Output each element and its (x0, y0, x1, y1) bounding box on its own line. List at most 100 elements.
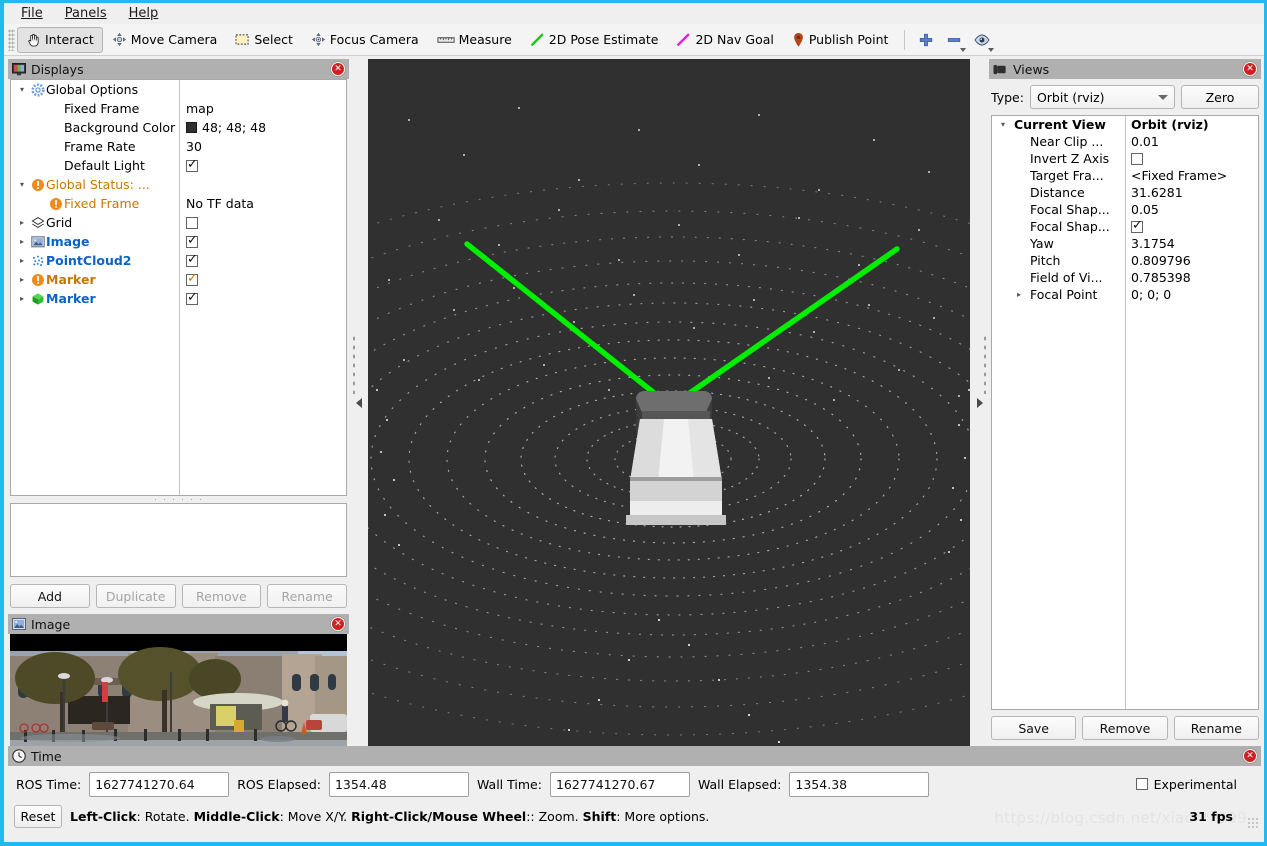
views-tree-row[interactable]: Focal Shap... (992, 218, 1258, 235)
tree-expand-arrow[interactable]: ▸ (15, 256, 29, 265)
views-row-value: Orbit (rviz) (1131, 117, 1209, 132)
tree-row-checkbox[interactable] (186, 290, 198, 305)
tree-row-label: Fixed Frame (64, 196, 140, 211)
tree-expand-arrow[interactable]: ▸ (15, 237, 29, 246)
visibility-dropdown-icon[interactable] (988, 47, 995, 52)
display-tree-row[interactable]: ▾ Global Status: ... (11, 175, 346, 194)
right-dock-collapse-handle[interactable] (970, 59, 989, 746)
display-tree-row[interactable]: ▸ Marker (11, 270, 346, 289)
experimental-label: Experimental (1153, 776, 1237, 792)
menu-file[interactable]: File (12, 4, 52, 23)
tree-expand-arrow[interactable]: ▸ (15, 275, 29, 284)
tree-expand-arrow[interactable]: ▾ (15, 180, 29, 189)
displays-tree[interactable]: ▾ Global Options Fixed Frame map Background … (10, 79, 347, 496)
zero-view-button[interactable]: Zero (1181, 85, 1259, 109)
views-tree-row[interactable]: Pitch 0.809796 (992, 252, 1258, 269)
experimental-checkbox[interactable] (1135, 778, 1148, 790)
tree-row-checkbox[interactable] (186, 157, 198, 172)
display-tree-row[interactable]: ▾ Global Options (11, 80, 346, 99)
views-tree-row[interactable]: Near Clip ... 0.01 (992, 133, 1258, 150)
save-view-button[interactable]: Save (991, 716, 1077, 740)
tool-2d-nav-goal-button[interactable]: 2D Nav Goal (667, 27, 782, 53)
displays-button-row: Add Duplicate Remove Rename (10, 584, 347, 608)
display-tree-row[interactable]: ▸ Grid (11, 213, 346, 232)
tree-row-checkbox[interactable] (186, 216, 198, 229)
duplicate-display-label: Duplicate (105, 588, 166, 604)
menu-panels[interactable]: Panels (56, 4, 116, 23)
3d-render-view[interactable] (368, 59, 970, 746)
views-tree-row[interactable]: Invert Z Axis (992, 150, 1258, 167)
tree-row-checkbox[interactable] (186, 233, 198, 248)
visibility-button[interactable] (968, 27, 996, 53)
reset-button[interactable]: Reset (14, 804, 62, 828)
tool-focus-camera-button[interactable]: Focus Camera (302, 27, 428, 53)
wall-elapsed-input[interactable]: 1354.38 (789, 771, 930, 797)
display-tree-row[interactable]: Fixed Frame map (11, 99, 346, 118)
toolbar-drag-handle[interactable] (8, 28, 15, 51)
image-panel-close-button[interactable]: ✕ (331, 617, 345, 631)
tree-expand-arrow[interactable]: ▾ (15, 85, 29, 94)
color-swatch[interactable] (186, 122, 197, 133)
wall-time-input[interactable]: 1627741270.67 (549, 771, 690, 797)
display-tree-row[interactable]: Frame Rate 30 (11, 137, 346, 156)
time-panel-close-button[interactable]: ✕ (1243, 749, 1257, 763)
views-tree-row[interactable]: ▸ Focal Point 0; 0; 0 (992, 286, 1258, 303)
views-tree-row[interactable]: Field of Vi... 0.785398 (992, 269, 1258, 286)
tool-publish-point-button[interactable]: Publish Point (783, 27, 898, 53)
duplicate-display-button[interactable]: Duplicate (95, 584, 176, 608)
views-expand-arrow[interactable]: ▾ (992, 120, 1014, 129)
tree-row-checkbox[interactable] (186, 252, 198, 267)
camera-image-view[interactable] (10, 634, 347, 746)
display-tree-row[interactable]: Default Light (11, 156, 346, 175)
rename-display-button[interactable]: Rename (267, 584, 347, 608)
views-tree-row[interactable]: Distance 31.6281 (992, 184, 1258, 201)
view-type-select[interactable]: Orbit (rviz) (1029, 85, 1175, 109)
remove-display-button[interactable]: Remove (181, 584, 262, 608)
tool-2d-pose-estimate-button[interactable]: 2D Pose Estimate (521, 27, 668, 53)
tree-row-value: 48; 48; 48 (202, 120, 267, 135)
display-tree-row[interactable]: ▸ Marker (11, 289, 346, 308)
tree-expand-arrow[interactable]: ▸ (15, 294, 29, 303)
views-tree-row[interactable]: Focal Shap... 0.05 (992, 201, 1258, 218)
tool-interact-button[interactable]: Interact (17, 26, 103, 53)
image-icon (12, 617, 26, 630)
display-tree-row[interactable]: Fixed Frame No TF data (11, 194, 346, 213)
views-tree-row[interactable]: Target Fra... <Fixed Frame> (992, 167, 1258, 184)
display-tree-row[interactable]: ▸ PointCloud2 (11, 251, 346, 270)
views-tree[interactable]: ▾ Current View Orbit (rviz) Near Clip ... 0.… (991, 115, 1259, 710)
views-close-button[interactable]: ✕ (1243, 62, 1257, 76)
ros-elapsed-input[interactable]: 1354.48 (328, 771, 469, 797)
displays-splitter[interactable] (8, 496, 349, 503)
views-row-checkbox[interactable] (1131, 218, 1143, 233)
ros-time-input[interactable]: 1627741270.64 (89, 771, 230, 797)
zoom-out-button[interactable] (940, 27, 968, 53)
zoom-in-button[interactable] (912, 27, 940, 53)
tree-row-checkbox[interactable] (186, 271, 198, 286)
display-tree-row[interactable]: Background Color 48; 48; 48 (11, 118, 346, 137)
experimental-toggle[interactable]: Experimental (1135, 776, 1253, 792)
views-row-checkbox[interactable] (1131, 152, 1143, 165)
tree-expand-arrow[interactable]: ▸ (15, 218, 29, 227)
tool-move-camera-button[interactable]: Move Camera (103, 27, 227, 53)
resize-grip[interactable] (1247, 817, 1259, 829)
menu-help[interactable]: Help (120, 4, 168, 23)
views-tree-row[interactable]: ▾ Current View Orbit (rviz) (992, 116, 1258, 133)
tree-row-value-cell (186, 216, 198, 229)
left-dock-collapse-handle[interactable] (349, 59, 368, 746)
views-row-label: Invert Z Axis (1030, 151, 1110, 166)
views-row-value-cell: 3.1754 (1131, 236, 1175, 251)
tool-select-button[interactable]: Select (226, 27, 302, 53)
views-row-label: Current View (1014, 117, 1106, 132)
display-tree-row[interactable]: ▸ Image (11, 232, 346, 251)
remove-view-button[interactable]: Remove (1082, 716, 1168, 740)
tree-row-label: Marker (46, 291, 96, 306)
warning-icon (31, 273, 44, 286)
views-tree-row[interactable]: Yaw 3.1754 (992, 235, 1258, 252)
add-display-button[interactable]: Add (10, 584, 90, 608)
tool-measure-button[interactable]: Measure (428, 27, 521, 53)
displays-close-button[interactable]: ✕ (331, 62, 345, 76)
zoom-out-dropdown-icon[interactable] (960, 47, 967, 52)
warning-icon (47, 197, 64, 211)
views-expand-arrow[interactable]: ▸ (1008, 290, 1030, 299)
rename-view-button[interactable]: Rename (1173, 716, 1259, 740)
